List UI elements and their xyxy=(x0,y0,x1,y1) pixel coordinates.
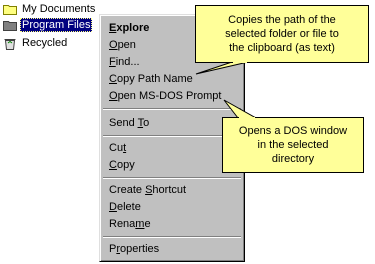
menu-separator xyxy=(103,177,241,179)
menu-item-open[interactable]: Open xyxy=(109,37,136,53)
recycle-bin-icon xyxy=(3,37,17,50)
menu-item-properties[interactable]: Properties xyxy=(109,241,159,257)
callout-line: directory xyxy=(271,153,315,165)
folder-icon xyxy=(3,3,17,15)
callout-line: Opens a DOS window xyxy=(238,125,348,137)
callout-dos-prompt: Opens a DOS window in the selected direc… xyxy=(222,117,364,173)
tree-item-my-documents[interactable]: My Documents xyxy=(3,1,97,17)
tree-item-program-files[interactable]: Program Files xyxy=(3,17,93,33)
menu-item-cut[interactable]: Cut xyxy=(109,140,126,156)
menu-item-explore[interactable]: Explore xyxy=(109,20,149,36)
menu-item-open-msdos-prompt[interactable]: Open MS-DOS Prompt xyxy=(109,88,221,104)
menu-separator xyxy=(103,108,241,110)
callout-tail-join xyxy=(233,61,247,63)
callout-line: in the selected xyxy=(257,139,329,151)
menu-separator xyxy=(103,236,241,238)
menu-item-rename[interactable]: Rename xyxy=(109,216,151,232)
tree-item-recycled[interactable]: Recycled xyxy=(3,35,69,51)
callout-tail-join xyxy=(239,117,255,119)
menu-item-delete[interactable]: Delete xyxy=(109,199,141,215)
tree-item-label: Recycled xyxy=(22,37,68,49)
callout-line: selected folder or file to xyxy=(225,28,339,40)
menu-item-find[interactable]: Find... xyxy=(109,54,140,70)
callout-line: Copies the path of the xyxy=(228,14,336,26)
menu-separator xyxy=(103,135,241,137)
tree-item-label: Program Files xyxy=(20,18,93,32)
menu-item-copy-path-name[interactable]: Copy Path Name xyxy=(109,71,193,87)
folder-icon xyxy=(3,19,17,31)
menu-item-send-to[interactable]: Send To xyxy=(109,115,149,131)
menu-item-create-shortcut[interactable]: Create Shortcut xyxy=(109,182,186,198)
callout-line: the clipboard (as text) xyxy=(229,42,335,54)
callout-copy-path: Copies the path of the selected folder o… xyxy=(195,5,369,63)
tree-item-label: My Documents xyxy=(22,3,96,15)
menu-item-copy[interactable]: Copy xyxy=(109,157,135,173)
